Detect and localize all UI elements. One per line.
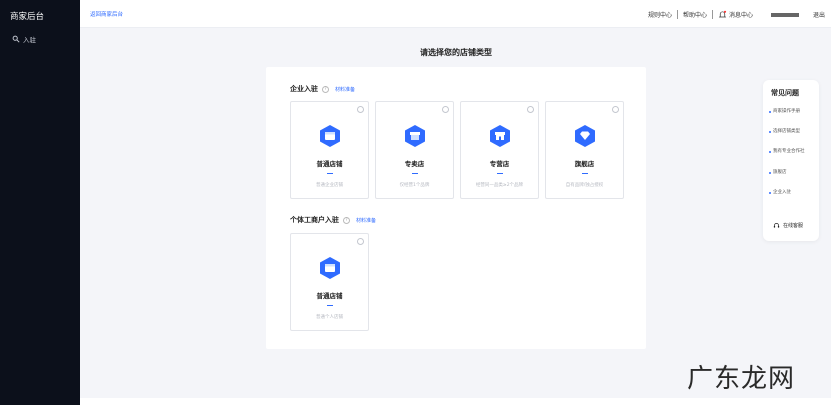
faq-list: 商家操作手册 选择店铺类型 我有专业合作社 旗舰店 企业入驻: [769, 108, 815, 209]
question-icon[interactable]: ?: [322, 85, 329, 93]
faq-title: 常见问题: [771, 89, 799, 97]
divider: [497, 173, 503, 174]
faq-item-label: 商家操作手册: [773, 109, 800, 114]
section-title-text: 企业入驻: [290, 85, 318, 93]
card-name: 普通店铺: [316, 292, 343, 300]
store-type-panel: 企业入驻 ? 材料准备 普通店铺 普通企业店铺 专卖店 仅经营1个品牌 专营店 …: [266, 67, 646, 349]
bullet: [769, 131, 771, 134]
store-card-regular[interactable]: 普通店铺 普通企业店铺: [290, 101, 369, 199]
radio-button[interactable]: [612, 106, 619, 113]
headset-icon: [773, 223, 780, 228]
help-center-link[interactable]: 帮助中心: [683, 10, 707, 19]
online-service-button[interactable]: 在线客服: [773, 222, 803, 229]
card-desc: 普通企业店铺: [316, 183, 343, 188]
divider: [582, 173, 588, 174]
bullet: [769, 191, 771, 194]
card-name: 旗舰店: [574, 160, 595, 168]
card-desc: 经营同一品类≥2个品牌: [475, 183, 524, 188]
message-center-link[interactable]: 消息中心: [718, 10, 753, 19]
divider: [412, 173, 418, 174]
page-title: 请选择您的店铺类型: [420, 48, 492, 57]
faq-item-label: 旗舰店: [773, 169, 787, 175]
materials-link[interactable]: 材料准备: [335, 86, 355, 93]
faq-item[interactable]: 我有专业合作社: [769, 148, 815, 155]
divider: [327, 305, 333, 306]
faq-panel: 常见问题 商家操作手册 选择店铺类型 我有专业合作社 旗舰店 企业入驻 在线客服: [763, 80, 819, 241]
sidebar-item-settle-in[interactable]: 入驻: [12, 34, 36, 44]
card-name: 专营店: [489, 160, 510, 168]
faq-item[interactable]: 企业入驻: [769, 189, 815, 196]
store-card-exclusive[interactable]: 专卖店 仅经营1个品牌: [375, 101, 454, 199]
back-to-merchant-link[interactable]: 返回商家后台: [90, 10, 123, 18]
sidebar-item-label: 入驻: [23, 36, 36, 44]
section-title-text: 个体工商户入驻: [290, 216, 339, 224]
message-center-label: 消息中心: [728, 12, 753, 19]
faq-item-label: 企业入驻: [773, 189, 791, 195]
faq-item-label: 选择店铺类型: [773, 129, 800, 135]
divider: [327, 173, 333, 174]
card-name: 专卖店: [404, 160, 425, 168]
user-name-redacted: [770, 12, 799, 17]
rules-center-link[interactable]: 规则中心: [648, 10, 672, 19]
shop-icon: [320, 257, 340, 279]
sidebar: 商家后台 入驻: [0, 0, 80, 405]
bottom-strip: [80, 398, 831, 405]
individual-section-title: 个体工商户入驻 ? 材料准备: [290, 215, 376, 225]
store-card-individual[interactable]: 普通店铺 普通个人店铺: [290, 233, 369, 331]
faq-item[interactable]: 旗舰店: [769, 169, 815, 176]
materials-link[interactable]: 材料准备: [356, 217, 376, 224]
divider: [711, 10, 713, 19]
diamond-icon: [575, 125, 595, 147]
faq-item[interactable]: 商家操作手册: [769, 108, 815, 115]
radio-button[interactable]: [357, 238, 364, 245]
radio-button[interactable]: [527, 106, 534, 113]
online-service-label: 在线客服: [783, 223, 804, 229]
store-card-flagship[interactable]: 旗舰店 自有品牌/独占授权: [545, 101, 624, 199]
radio-button[interactable]: [442, 106, 449, 113]
card-name: 普通店铺: [316, 160, 343, 168]
top-links: 规则中心 帮助中心 消息中心 退出: [648, 10, 831, 19]
bullet: [769, 171, 771, 174]
faq-item[interactable]: 选择店铺类型: [769, 128, 815, 135]
top-bar: 返回商家后台 规则中心 帮助中心 消息中心 退出: [80, 0, 831, 28]
store-icon: [490, 125, 510, 147]
question-icon[interactable]: ?: [343, 216, 350, 224]
logout-link[interactable]: 退出: [813, 10, 825, 19]
shop-icon: [320, 125, 340, 147]
bullet: [769, 111, 771, 113]
card-desc: 仅经营1个品牌: [399, 183, 430, 188]
store-card-specialty[interactable]: 专营店 经营同一品类≥2个品牌: [460, 101, 539, 199]
divider: [676, 10, 678, 19]
search-icon: [12, 35, 20, 43]
card-desc: 普通个人店铺: [316, 315, 343, 320]
storefront-icon: [405, 125, 425, 147]
radio-button[interactable]: [357, 106, 364, 113]
app-title: 商家后台: [10, 12, 45, 22]
bullet: [769, 151, 771, 154]
enterprise-section-title: 企业入驻 ? 材料准备: [290, 84, 355, 94]
faq-item-label: 我有专业合作社: [773, 149, 805, 155]
bell-icon: [718, 10, 727, 18]
card-desc: 自有品牌/独占授权: [565, 183, 604, 188]
watermark: 广东龙网: [686, 364, 795, 394]
